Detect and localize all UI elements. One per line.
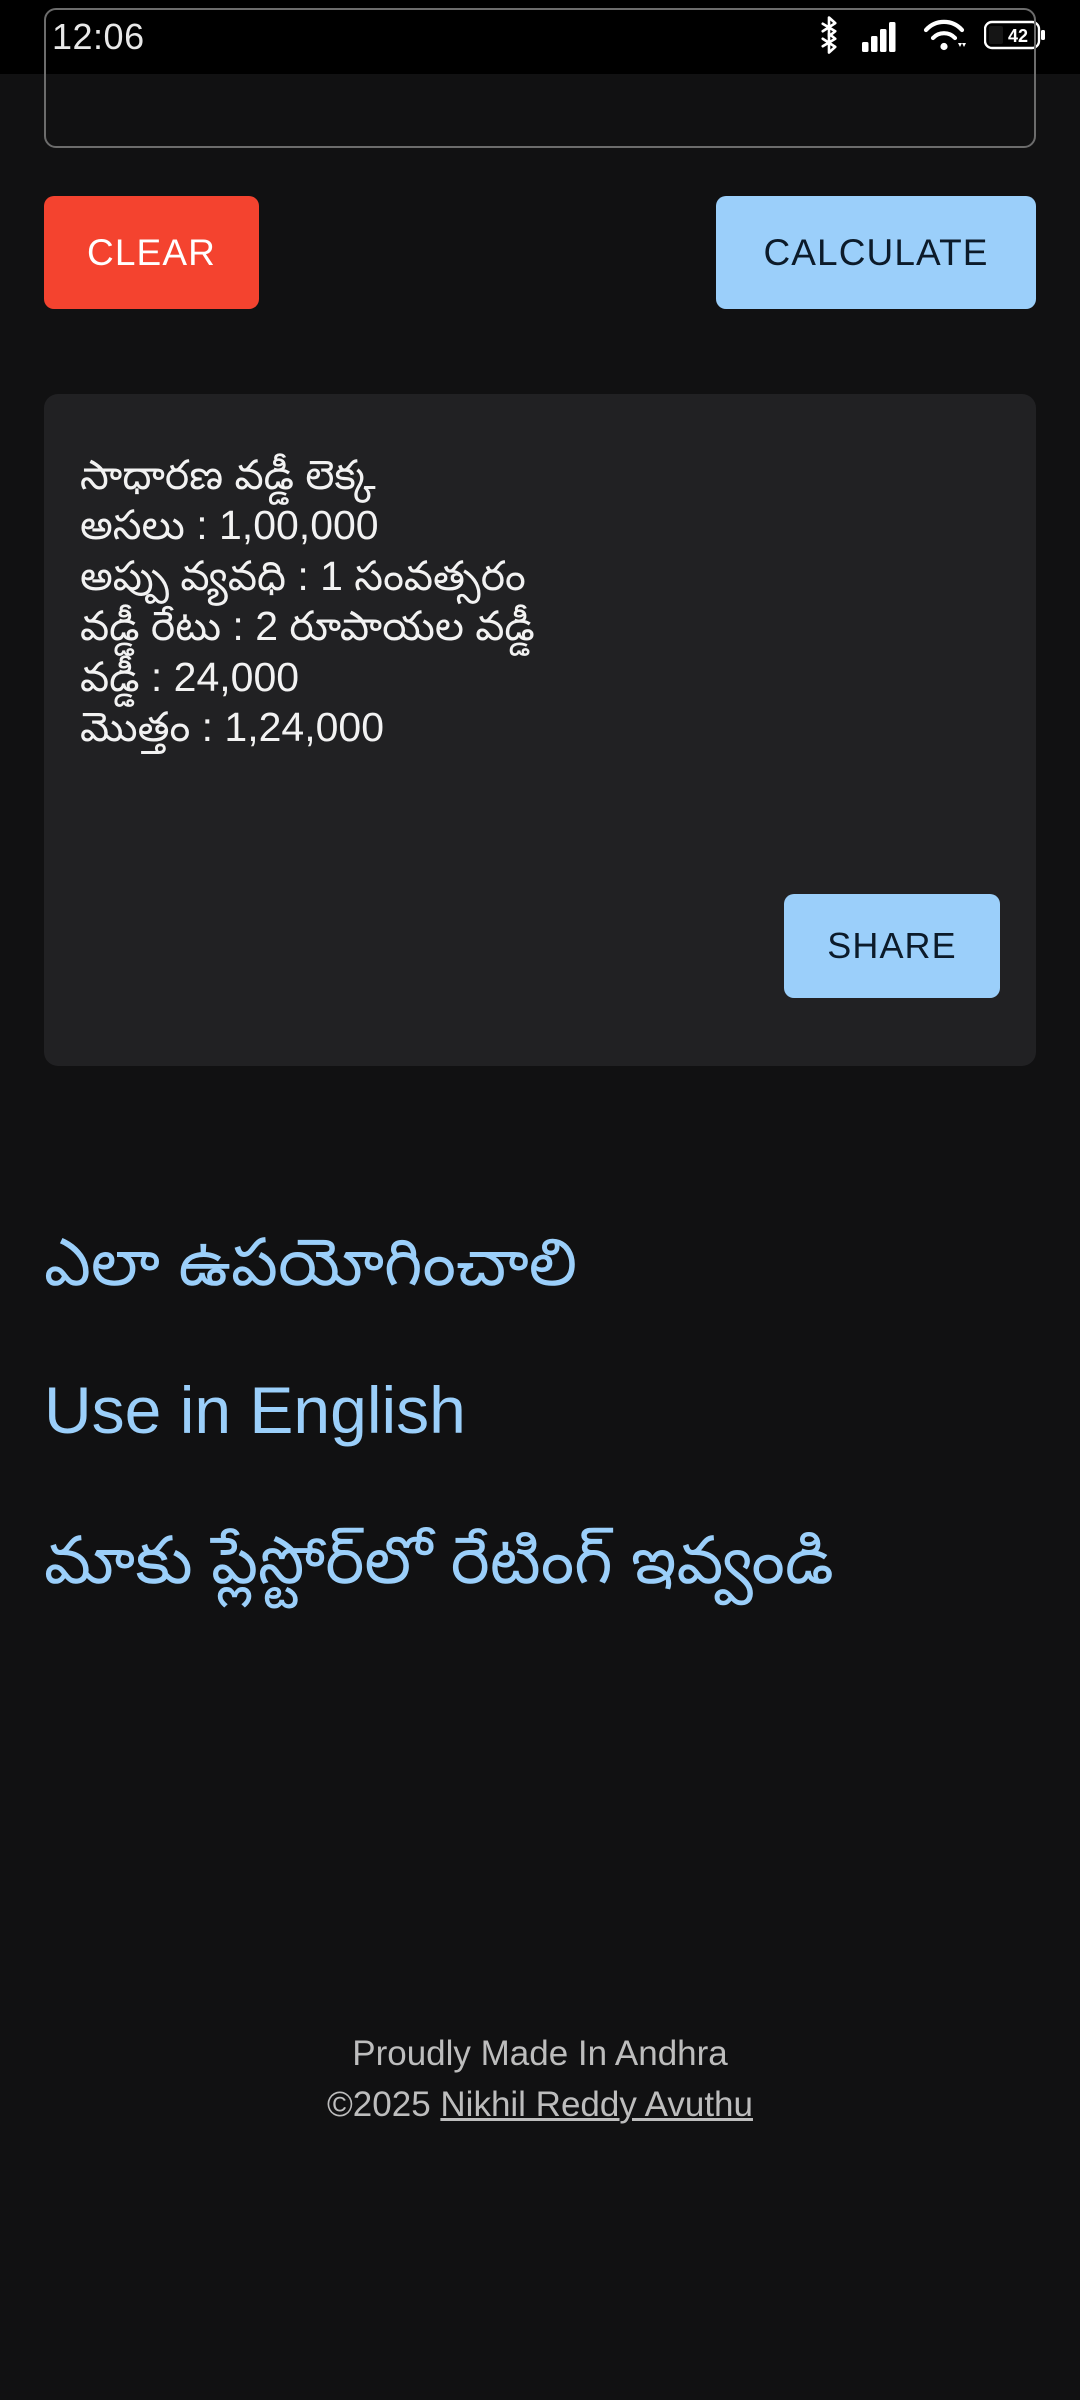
links-section: ఎలా ఉపయోగించాలి Use in English మాకు ప్లే…: [44, 1224, 1044, 1600]
footer-copyright-prefix: ©2025: [327, 2084, 441, 2124]
clear-button[interactable]: CLEAR: [44, 196, 259, 309]
link-how-to-use[interactable]: ఎలా ఉపయోగించాలి: [44, 1224, 1044, 1302]
result-line-duration: అప్పు వ్యవధి : 1 సంవత్సరం: [80, 552, 526, 599]
result-title: సాధారణ వడ్డీ లెక్క: [80, 452, 376, 498]
footer-made-in-label: Proudly Made In Andhra: [352, 2034, 728, 2073]
link-use-in-english[interactable]: Use in English: [44, 1372, 1044, 1450]
result-line-rate: వడ్డీ రేటు : 2 రూపాయల వడ్డీ: [80, 603, 535, 650]
footer: Proudly Made In Andhra ©2025 Nikhil Redd…: [0, 2029, 1080, 2131]
result-line-interest: వడ్డీ : 24,000: [80, 653, 300, 700]
share-button[interactable]: SHARE: [784, 894, 1000, 998]
footer-copyright-line: ©2025 Nikhil Reddy Avuthu: [0, 2080, 1080, 2131]
footer-author-link[interactable]: Nikhil Reddy Avuthu: [440, 2085, 753, 2124]
result-line-total: మొత్తం : 1,24,000: [80, 704, 385, 751]
calculate-button[interactable]: CALCULATE: [716, 196, 1036, 309]
result-line-principal: అసలు : 1,00,000: [80, 502, 379, 549]
result-card: సాధారణ వడ్డీ లెక్క అసలు : 1,00,000 అప్పు…: [44, 394, 1036, 1066]
link-rate-on-playstore[interactable]: మాకు ప్లేస్టోర్‌లో రేటింగ్ ఇవ్వండి: [44, 1522, 1044, 1600]
app-scroll-container[interactable]: CLEAR CALCULATE సాధారణ వడ్డీ లెక్క అసలు …: [0, 8, 1080, 2400]
amount-input[interactable]: [44, 8, 1036, 148]
action-button-row: CLEAR CALCULATE: [0, 196, 1080, 326]
